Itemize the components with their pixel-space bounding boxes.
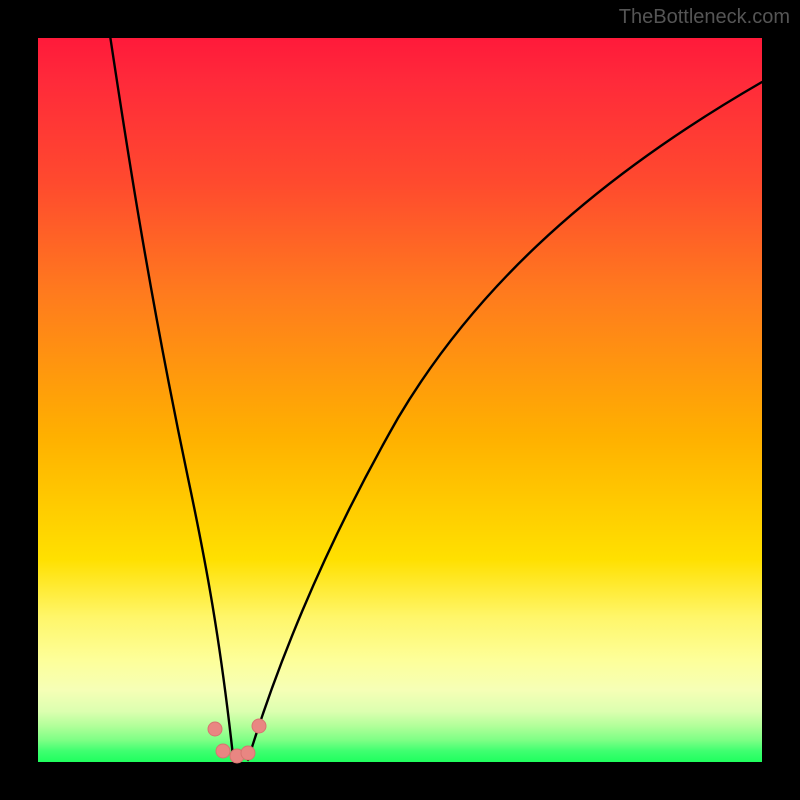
curve-left-arm xyxy=(110,38,233,756)
plot-area xyxy=(38,38,762,762)
watermark-text: TheBottleneck.com xyxy=(619,6,790,29)
marker-cluster xyxy=(208,719,266,763)
bottleneck-curve xyxy=(38,38,762,762)
curve-right-arm xyxy=(248,82,762,760)
chart-frame: TheBottleneck.com xyxy=(0,0,800,800)
